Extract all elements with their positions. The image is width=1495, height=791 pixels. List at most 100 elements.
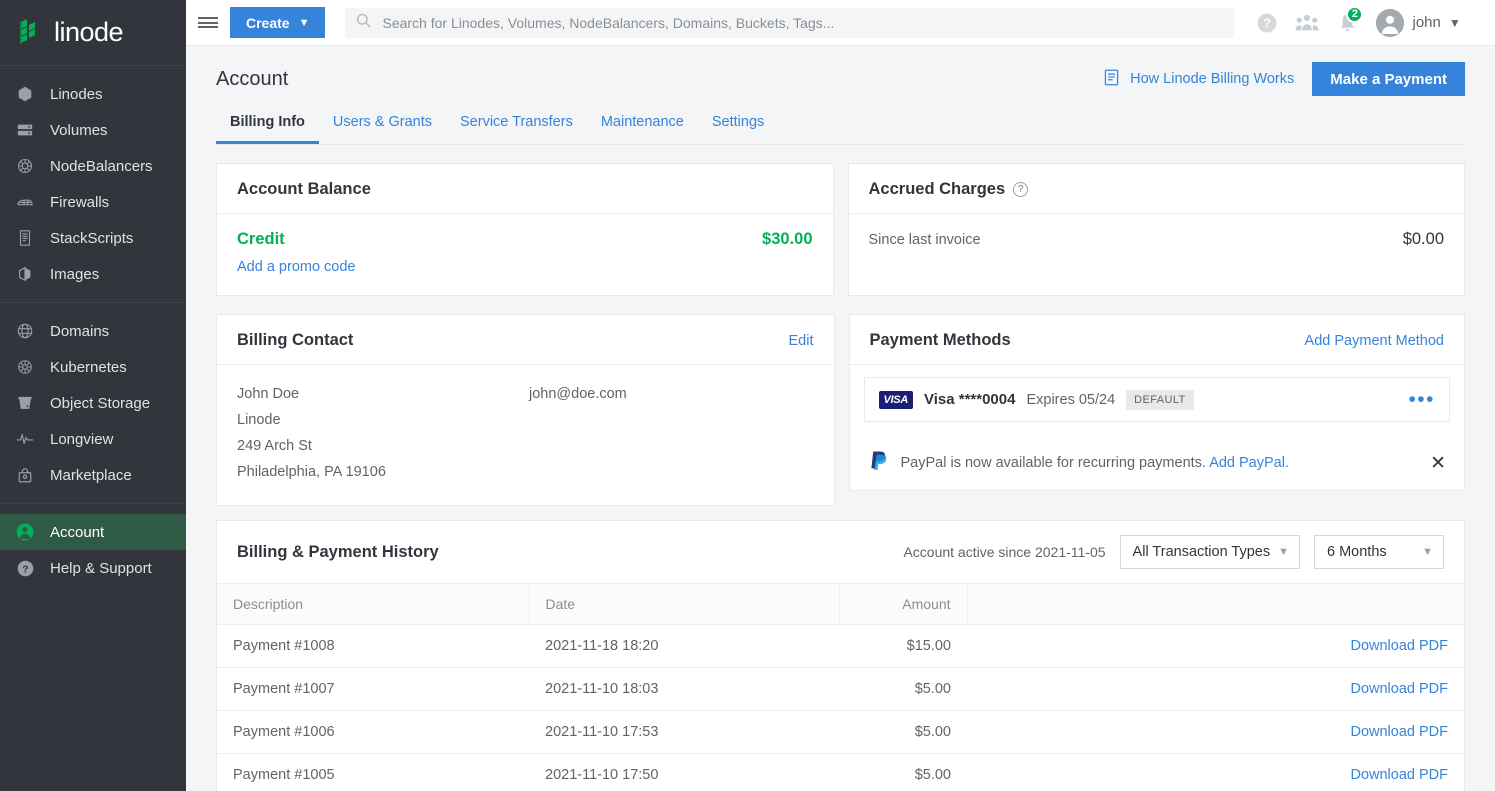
create-button-label: Create — [246, 15, 290, 31]
community-people-icon[interactable] — [1290, 6, 1324, 40]
main-area: Create ▼ ? — [186, 0, 1495, 791]
payment-method-row[interactable]: VISA Visa ****0004 Expires 05/24 DEFAULT… — [864, 377, 1451, 422]
tab-users-grants[interactable]: Users & Grants — [319, 104, 446, 144]
sidebar-item-volumes[interactable]: Volumes — [0, 112, 186, 148]
row-date: 2021-11-18 18:20 — [529, 625, 839, 668]
sidebar-item-label: Object Storage — [50, 395, 150, 412]
tab-settings[interactable]: Settings — [698, 104, 778, 144]
account-active-since-label: Account active since 2021-11-05 — [903, 544, 1105, 560]
svg-text:?: ? — [22, 564, 28, 575]
brand-name: linode — [54, 17, 123, 48]
contact-company: Linode — [237, 407, 529, 433]
question-circle-icon: ? — [14, 557, 36, 579]
sidebar-item-label: Account — [50, 524, 104, 541]
sidebar-item-label: Linodes — [50, 86, 103, 103]
sidebar-item-object-storage[interactable]: Object Storage — [0, 385, 186, 421]
billing-contact-body: John Doe Linode 249 Arch St Philadelphia… — [217, 365, 834, 505]
hamburger-icon[interactable] — [186, 0, 230, 46]
paypal-banner-text: PayPal is now available for recurring pa… — [901, 455, 1290, 471]
sidebar-item-linodes[interactable]: Linodes — [0, 76, 186, 112]
sidebar-item-label: Kubernetes — [50, 359, 127, 376]
tab-maintenance[interactable]: Maintenance — [587, 104, 698, 144]
add-promo-code-link[interactable]: Add a promo code — [237, 259, 813, 275]
row-description: Payment #1006 — [217, 711, 529, 754]
sidebar-item-help-support[interactable]: ? Help & Support — [0, 550, 186, 586]
sidebar-item-longview[interactable]: Longview — [0, 421, 186, 457]
sidebar-item-kubernetes[interactable]: Kubernetes — [0, 349, 186, 385]
sidebar-item-domains[interactable]: Domains — [0, 313, 186, 349]
sidebar-item-firewalls[interactable]: Firewalls — [0, 184, 186, 220]
nav-group-account: Account ? Help & Support — [0, 503, 186, 596]
account-balance-header: Account Balance — [217, 164, 833, 214]
sidebar-item-nodebalancers[interactable]: NodeBalancers — [0, 148, 186, 184]
how-billing-works-link[interactable]: How Linode Billing Works — [1102, 68, 1294, 91]
ellipsis-icon[interactable]: ••• — [1408, 389, 1435, 410]
summary-cards-row: Account Balance Credit $30.00 Add a prom… — [216, 163, 1465, 296]
linode-logo-icon — [18, 18, 44, 48]
table-head: Description Date Amount — [217, 584, 1464, 625]
scroll-icon — [14, 227, 36, 249]
column-header-date[interactable]: Date — [529, 584, 839, 625]
table-header-row: Description Date Amount — [217, 584, 1464, 625]
globe-icon — [14, 320, 36, 342]
download-pdf-link[interactable]: Download PDF — [1350, 724, 1448, 740]
balance-status-label: Credit — [237, 230, 285, 249]
tab-billing-info[interactable]: Billing Info — [216, 104, 319, 144]
table-body: Payment #1008 2021-11-18 18:20 $15.00 Do… — [217, 625, 1464, 791]
close-icon[interactable]: ✕ — [1426, 454, 1450, 473]
payment-methods-section: Payment Methods Add Payment Method VISA … — [849, 314, 1466, 506]
sidebar-item-images[interactable]: Images — [0, 256, 186, 292]
sidebar-item-marketplace[interactable]: Marketplace — [0, 457, 186, 493]
server-icon — [14, 119, 36, 141]
payment-methods-body: VISA Visa ****0004 Expires 05/24 DEFAULT… — [850, 365, 1465, 436]
make-payment-button[interactable]: Make a Payment — [1312, 62, 1465, 96]
contact-address-line2: Philadelphia, PA 19106 — [237, 459, 529, 485]
period-value: 6 Months — [1327, 544, 1387, 560]
download-pdf-link[interactable]: Download PDF — [1350, 767, 1448, 783]
table-row[interactable]: Payment #1006 2021-11-10 17:53 $5.00 Dow… — [217, 711, 1464, 754]
download-pdf-link[interactable]: Download PDF — [1350, 681, 1448, 697]
billing-history-card: Billing & Payment History Account active… — [216, 520, 1465, 791]
sidebar-item-label: Volumes — [50, 122, 108, 139]
search-bar[interactable] — [345, 8, 1234, 38]
transaction-type-value: All Transaction Types — [1133, 544, 1271, 560]
payment-methods-header: Payment Methods Add Payment Method — [850, 315, 1465, 365]
billing-contact-card: Billing Contact Edit John Doe Linode 249… — [216, 314, 835, 506]
tab-service-transfers[interactable]: Service Transfers — [446, 104, 587, 144]
sidebar-item-label: Longview — [50, 431, 113, 448]
add-paypal-link[interactable]: Add PayPal. — [1209, 455, 1289, 471]
table-row[interactable]: Payment #1005 2021-11-10 17:50 $5.00 Dow… — [217, 754, 1464, 791]
transaction-type-select[interactable]: All Transaction Types ▼ — [1120, 535, 1300, 569]
sidebar: linode Linodes Volumes — [0, 0, 186, 791]
sidebar-item-label: NodeBalancers — [50, 158, 153, 175]
contact-email: john@doe.com — [529, 381, 627, 407]
column-header-description[interactable]: Description — [217, 584, 529, 625]
table-row[interactable]: Payment #1008 2021-11-18 18:20 $15.00 Do… — [217, 625, 1464, 668]
page-header: Account How Linode Billing Works Make a … — [216, 46, 1465, 98]
paypal-banner-message: PayPal is now available for recurring pa… — [901, 455, 1206, 471]
period-select[interactable]: 6 Months ▼ — [1314, 535, 1444, 569]
pulse-icon — [14, 428, 36, 450]
question-circle-icon[interactable]: ? — [1013, 182, 1028, 197]
search-icon — [355, 12, 372, 34]
help-icon[interactable]: ? — [1250, 6, 1284, 40]
add-payment-method-link[interactable]: Add Payment Method — [1305, 333, 1444, 349]
top-bar: Create ▼ ? — [186, 0, 1495, 46]
search-input[interactable] — [382, 15, 1224, 31]
billing-contact-address: John Doe Linode 249 Arch St Philadelphia… — [237, 381, 529, 485]
column-header-amount[interactable]: Amount — [839, 584, 967, 625]
brand-logo[interactable]: linode — [0, 0, 186, 66]
edit-billing-contact-link[interactable]: Edit — [789, 333, 814, 349]
download-pdf-link[interactable]: Download PDF — [1350, 638, 1448, 654]
sidebar-item-label: Images — [50, 266, 99, 283]
contact-address-line1: 249 Arch St — [237, 433, 529, 459]
user-menu[interactable]: john ▼ — [1370, 9, 1460, 37]
svg-text:?: ? — [1264, 16, 1272, 30]
create-button[interactable]: Create ▼ — [230, 7, 325, 38]
sidebar-item-stackscripts[interactable]: StackScripts — [0, 220, 186, 256]
billing-history-header: Billing & Payment History Account active… — [217, 521, 1464, 583]
sidebar-item-account[interactable]: Account — [0, 514, 186, 550]
row-description: Payment #1005 — [217, 754, 529, 791]
notifications-bell-icon[interactable]: 2 — [1330, 6, 1364, 40]
table-row[interactable]: Payment #1007 2021-11-10 18:03 $5.00 Dow… — [217, 668, 1464, 711]
